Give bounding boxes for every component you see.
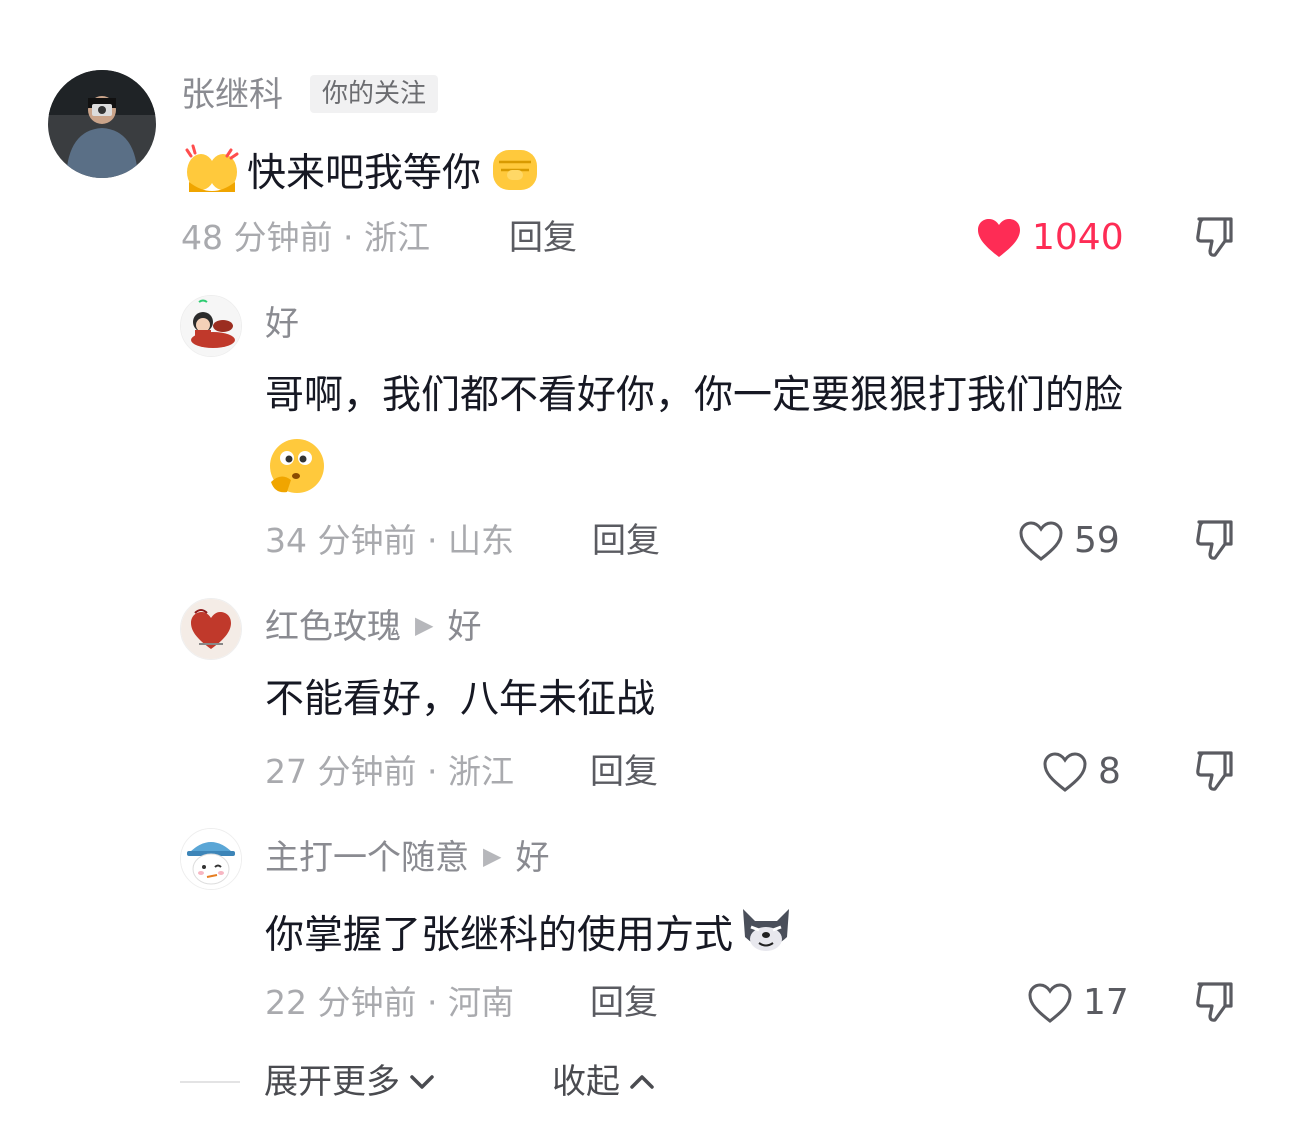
play-arrow-icon: ▶ <box>415 611 434 639</box>
like-button[interactable]: 17 <box>1027 982 1129 1024</box>
like-count: 1040 <box>1032 217 1124 258</box>
comment-text: 你掌握了张继科的使用方式 <box>265 903 795 970</box>
comment-body: 你掌握了张继科的使用方式 <box>265 913 734 958</box>
thumbs-down-icon[interactable] <box>1193 980 1237 1024</box>
reply-button[interactable]: 回复 <box>590 986 658 1020</box>
comment-time-location: 22 分钟前 · 河南 <box>265 983 514 1022</box>
like-count: 59 <box>1074 520 1120 561</box>
reply-button[interactable]: 回复 <box>590 755 658 789</box>
following-badge: 你的关注 <box>310 75 439 113</box>
like-button[interactable]: 1040 <box>976 217 1124 259</box>
comment-time-location: 48 分钟前 · 浙江 <box>181 218 430 257</box>
avatar[interactable] <box>48 70 156 178</box>
raised-fist-emoji-icon <box>487 140 543 209</box>
comment-body: 哥啊，我们都不看好你，你一定要狠狠打我们的脸 <box>265 373 1124 418</box>
like-count: 8 <box>1098 751 1121 792</box>
reply-author[interactable]: 主打一个随意 <box>265 841 469 875</box>
comment-body: 快来吧我等你 <box>247 151 482 196</box>
reply-author[interactable]: 红色玫瑰 <box>265 610 401 644</box>
comment-time-location: 27 分钟前 · 浙江 <box>265 752 514 791</box>
like-button[interactable]: 8 <box>1042 751 1121 793</box>
reply-target[interactable]: 好 <box>447 610 481 644</box>
play-arrow-icon: ▶ <box>483 842 502 870</box>
chevron-down-icon <box>410 1075 434 1089</box>
comment-username[interactable]: 好 <box>265 307 299 341</box>
comment-username[interactable]: 红色玫瑰 ▶ 好 <box>265 610 481 644</box>
like-count: 17 <box>1083 982 1129 1023</box>
heart-outline-icon <box>1028 983 1072 1023</box>
avatar[interactable] <box>180 598 242 660</box>
reply-target[interactable]: 好 <box>515 841 549 875</box>
reply-button[interactable]: 回复 <box>592 524 660 558</box>
wolf-face-emoji-icon <box>737 903 795 970</box>
comment-time-location: 34 分钟前 · 山东 <box>265 521 514 560</box>
thumbs-down-icon[interactable] <box>1193 518 1237 562</box>
collapse-label: 收起 <box>552 1062 620 1102</box>
avatar[interactable] <box>180 295 242 357</box>
expand-more-label: 展开更多 <box>264 1062 400 1102</box>
like-button[interactable]: 59 <box>1018 520 1120 562</box>
divider <box>180 1081 240 1083</box>
comment-text: 快来吧我等你 <box>183 140 543 209</box>
chevron-up-icon <box>630 1075 654 1089</box>
comment-body: 不能看好，八年未征战 <box>265 677 656 722</box>
comment-username[interactable]: 张继科 <box>181 78 283 112</box>
expand-more-button[interactable]: 展开更多 <box>264 1065 436 1099</box>
heart-outline-icon <box>1043 752 1087 792</box>
collapse-button[interactable]: 收起 <box>552 1065 656 1099</box>
thinking-face-emoji-icon <box>265 438 327 500</box>
thumbs-down-icon[interactable] <box>1193 749 1237 793</box>
reply-button[interactable]: 回复 <box>509 221 577 255</box>
avatar[interactable] <box>180 828 242 890</box>
comment-section: 张继科 你的关注 快来吧我等你 48 分钟前 · 浙江 回复 1040 好 哥啊… <box>0 0 1290 1145</box>
comment-username[interactable]: 主打一个随意 ▶ 好 <box>265 841 549 875</box>
thumbs-down-icon[interactable] <box>1193 215 1237 259</box>
raising-hands-emoji-icon <box>183 142 241 207</box>
heart-outline-icon <box>1019 521 1063 561</box>
heart-filled-icon <box>978 219 1020 257</box>
